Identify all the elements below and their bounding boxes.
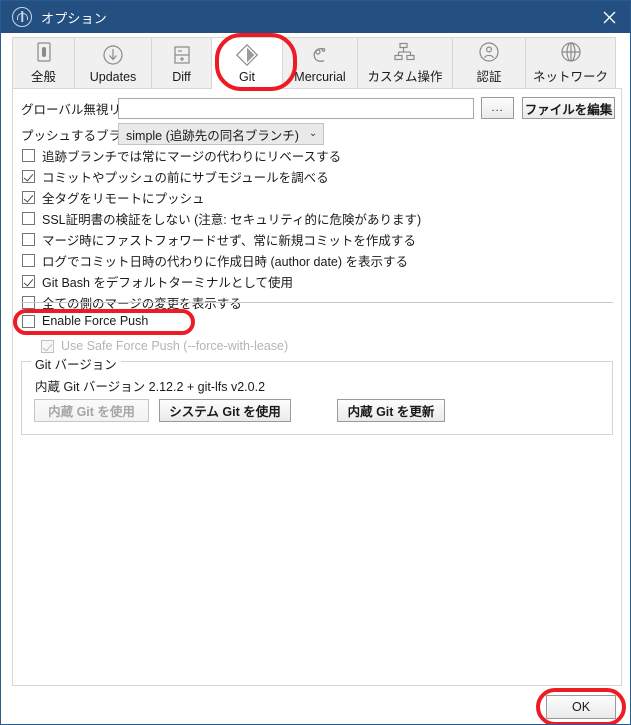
update-embedded-git-button[interactable]: 内蔵 Git を更新 — [337, 399, 445, 422]
checkbox-label: Enable Force Push — [42, 314, 149, 328]
git-version-group-title: Git バージョン — [31, 354, 121, 373]
checkbox-box — [22, 253, 35, 267]
checkbox-label: コミットやプッシュの前にサブモジュールを調べる — [42, 170, 329, 185]
checkbox-no-fast-forward-merge[interactable]: マージ時にファストフォワードせず、常に新規コミットを作成する — [22, 231, 602, 248]
checkbox-box — [22, 148, 35, 162]
mercurial-icon — [308, 42, 332, 68]
checkbox-label: ログでコミット日時の代わりに作成日時 (author date) を表示する — [42, 254, 409, 269]
checkbox-push-all-tags[interactable]: 全タグをリモートにプッシュ — [22, 189, 602, 206]
checkbox-git-bash-default-terminal[interactable]: Git Bash をデフォルトターミナルとして使用 — [22, 273, 602, 290]
browse-button[interactable]: ... — [481, 97, 515, 119]
checkbox-label: 追跡ブランチでは常にマージの代わりにリベースする — [42, 149, 342, 164]
diff-icon — [170, 42, 194, 68]
tab-updates-label: Updates — [89, 69, 137, 84]
checkbox-label: 全タグをリモートにプッシュ — [42, 191, 205, 206]
checkbox-disable-ssl-verification[interactable]: SSL証明書の検証をしない (注意: セキュリティ的に危険があります) — [22, 210, 602, 227]
tab-git-label: Git — [239, 69, 255, 84]
section-divider — [21, 302, 613, 303]
general-icon — [32, 40, 56, 64]
checkbox-box — [22, 169, 35, 183]
tab-custom-actions-label: カスタム操作 — [367, 70, 443, 84]
checkbox-box — [22, 211, 35, 225]
global-ignore-row: グローバル無視リスト: ... ファイルを編集 — [21, 97, 615, 119]
checkbox-box — [41, 339, 54, 353]
options-dialog: オプション 全般 Updates Diff Git Mercurial カスタム… — [0, 0, 631, 725]
use-embedded-git-button: 内蔵 Git を使用 — [34, 399, 149, 422]
checkbox-box — [22, 314, 35, 328]
checkbox-label: Use Safe Force Push (--force-with-lease) — [61, 339, 289, 353]
checkbox-check-submodules[interactable]: コミットやプッシュの前にサブモジュールを調べる — [22, 168, 602, 185]
edit-file-button[interactable]: ファイルを編集 — [522, 97, 615, 119]
checkbox-box — [22, 190, 35, 204]
checkbox-label: Git Bash をデフォルトターミナルとして使用 — [42, 275, 294, 290]
checkbox-box — [22, 274, 35, 288]
sourcetree-logo-icon — [12, 7, 32, 27]
tab-network-label: ネットワーク — [532, 70, 608, 84]
custom-actions-icon — [392, 40, 418, 64]
use-system-git-button[interactable]: システム Git を使用 — [159, 399, 291, 422]
git-options-checklist: 追跡ブランチでは常にマージの代わりにリベースする コミットやプッシュの前にサブモ… — [22, 147, 602, 315]
checkbox-label: マージ時にファストフォワードせず、常に新規コミットを作成する — [42, 233, 416, 248]
git-version-buttons: 内蔵 Git を使用 システム Git を使用 内蔵 Git を更新 — [34, 399, 445, 422]
tab-git[interactable]: Git — [212, 37, 283, 89]
enable-force-push-checkbox[interactable]: Enable Force Push — [22, 313, 148, 329]
tab-diff-label: Diff — [172, 69, 191, 84]
push-branch-select[interactable]: simple (追跡先の同名ブランチ) ⌄ — [118, 123, 325, 145]
tab-general[interactable]: 全般 — [12, 37, 75, 89]
tab-bar: 全般 Updates Diff Git Mercurial カスタム操作 認証 … — [12, 37, 622, 89]
update-icon — [101, 42, 125, 68]
tab-mercurial-label: Mercurial — [294, 69, 346, 84]
push-branch-value: simple (追跡先の同名ブランチ) — [126, 128, 299, 143]
tab-updates[interactable]: Updates — [75, 37, 152, 89]
checkbox-show-author-date[interactable]: ログでコミット日時の代わりに作成日時 (author date) を表示する — [22, 252, 602, 269]
title-bar: オプション — [1, 1, 630, 33]
global-ignore-input[interactable] — [118, 97, 475, 119]
git-settings-panel: グローバル無視リスト: ... ファイルを編集 プッシュするブランチ: simp… — [12, 88, 622, 686]
use-safe-force-push-checkbox: Use Safe Force Push (--force-with-lease) — [41, 338, 288, 354]
checkbox-box — [22, 232, 35, 246]
tab-general-label: 全般 — [30, 70, 56, 84]
network-icon — [559, 40, 583, 64]
authentication-icon — [477, 40, 501, 64]
close-icon[interactable] — [586, 1, 630, 33]
global-ignore-label: グローバル無視リスト: — [21, 102, 150, 117]
git-icon — [235, 42, 259, 68]
tab-mercurial[interactable]: Mercurial — [283, 37, 358, 89]
ok-button[interactable]: OK — [546, 695, 616, 719]
window-title: オプション — [41, 10, 108, 26]
git-version-group: Git バージョン 内蔵 Git バージョン 2.12.2 + git-lfs … — [21, 354, 613, 435]
tab-custom-actions[interactable]: カスタム操作 — [358, 37, 453, 89]
push-branch-row: プッシュするブランチ: simple (追跡先の同名ブランチ) ⌄ — [21, 123, 421, 145]
tab-authentication-label: 認証 — [476, 70, 502, 84]
tab-network[interactable]: ネットワーク — [526, 37, 616, 89]
push-branch-label: プッシュするブランチ: — [21, 128, 150, 143]
checkbox-rebase-tracking-branches[interactable]: 追跡ブランチでは常にマージの代わりにリベースする — [22, 147, 602, 164]
chevron-down-icon: ⌄ — [308, 128, 318, 139]
checkbox-label: SSL証明書の検証をしない (注意: セキュリティ的に危険があります) — [42, 212, 422, 227]
tab-diff[interactable]: Diff — [152, 37, 212, 89]
git-version-text: 内蔵 Git バージョン 2.12.2 + git-lfs v2.0.2 — [35, 380, 266, 394]
tab-authentication[interactable]: 認証 — [453, 37, 526, 89]
